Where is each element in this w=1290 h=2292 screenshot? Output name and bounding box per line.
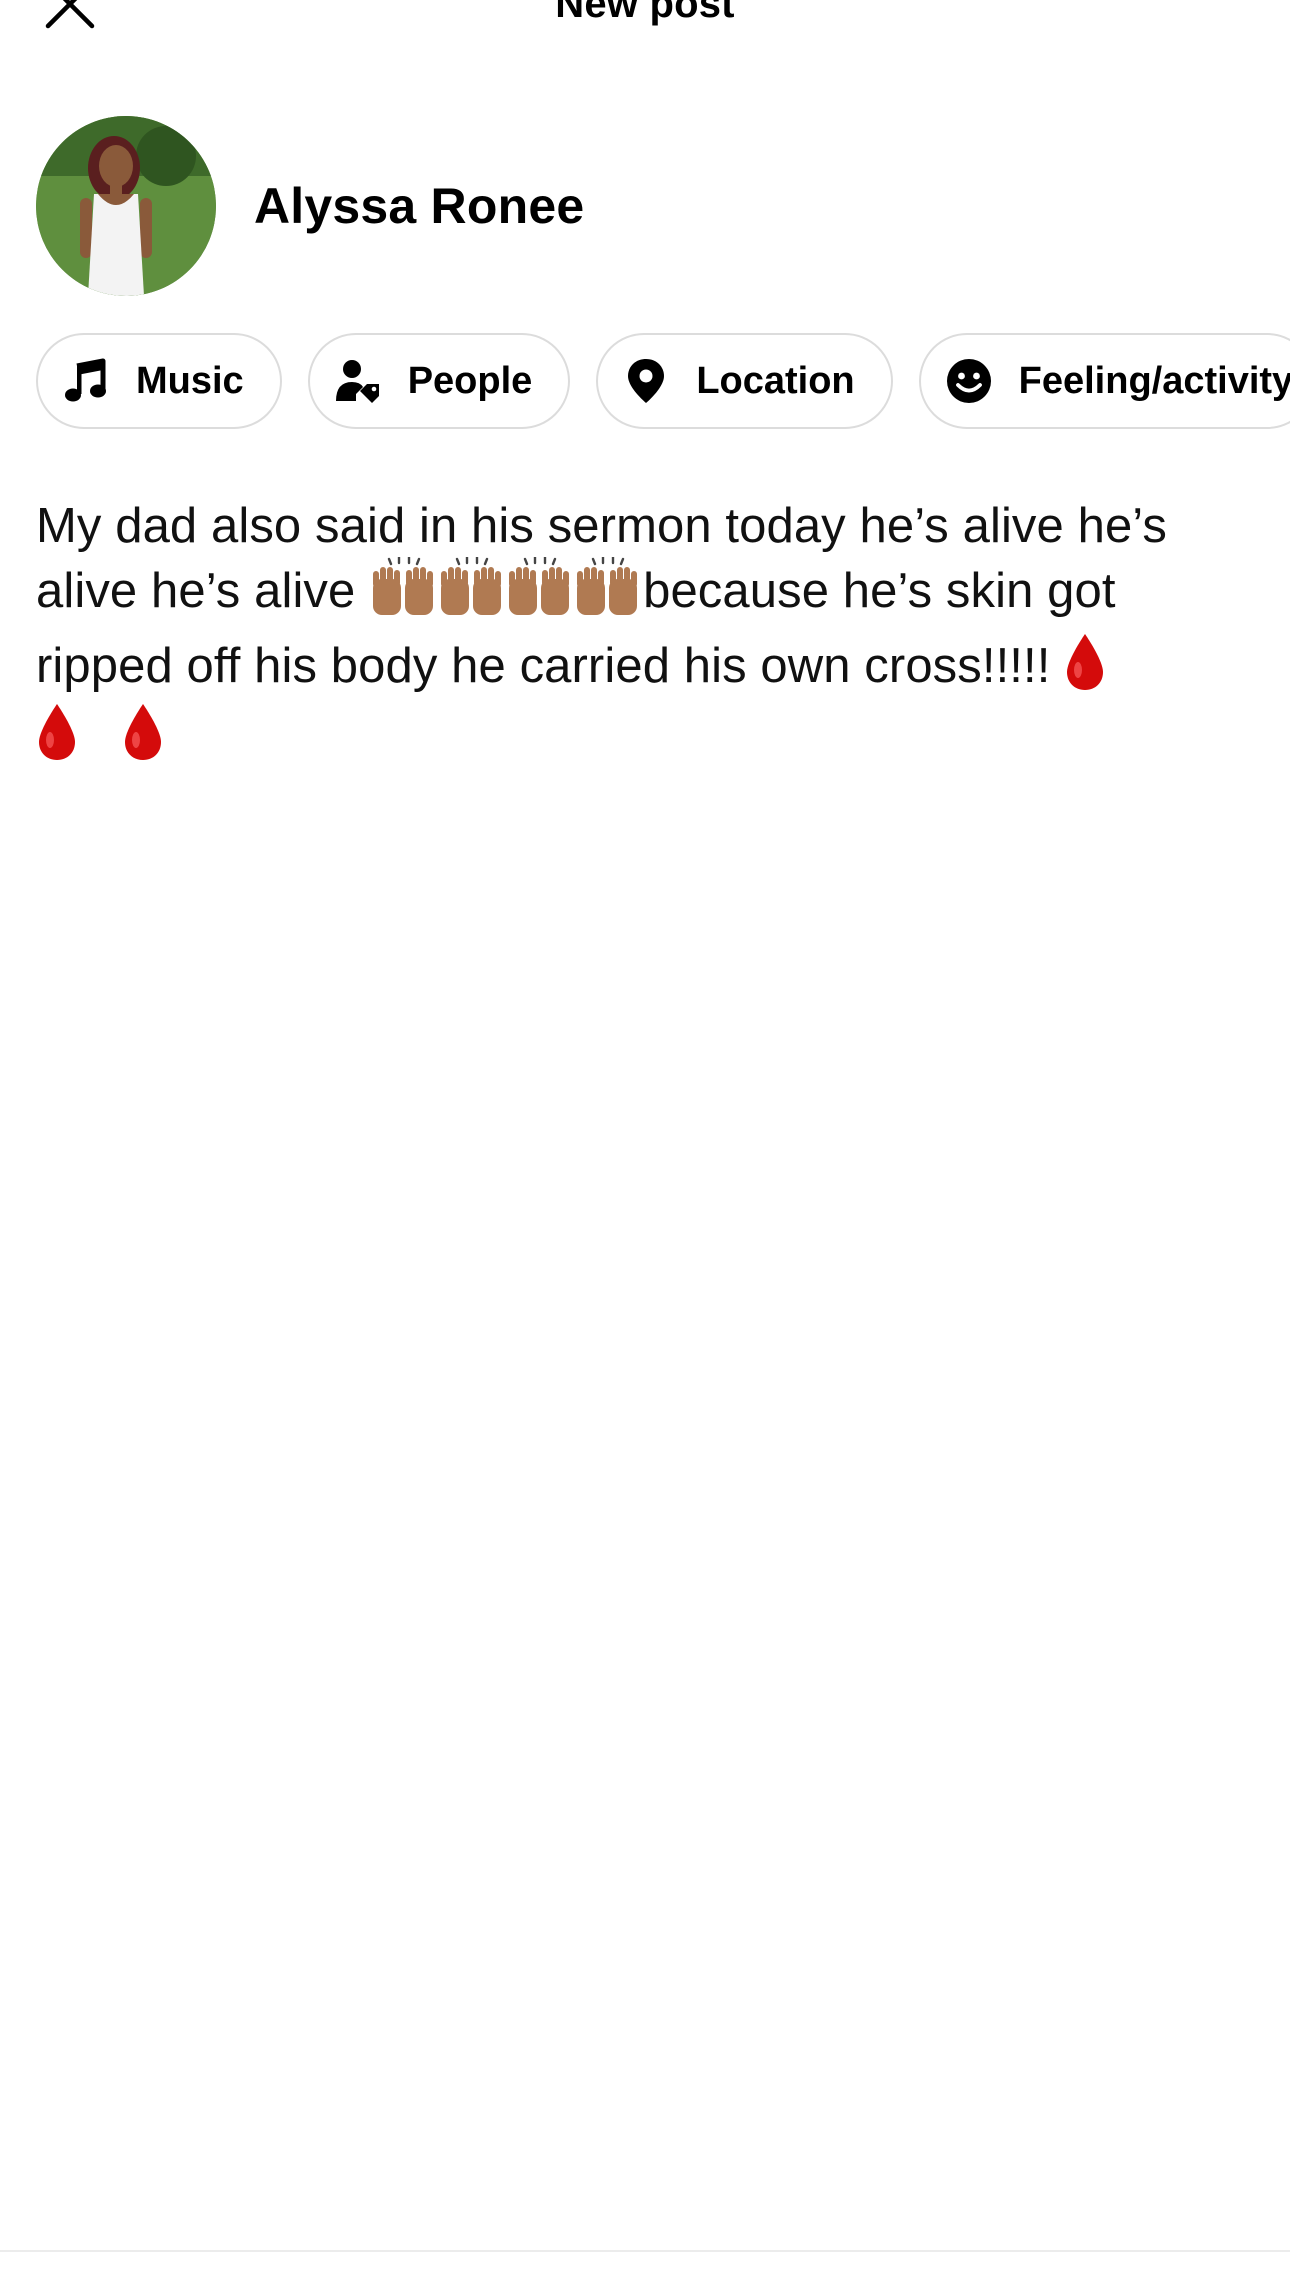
tag-people-icon xyxy=(332,355,384,407)
location-chip-label: Location xyxy=(696,359,855,402)
profile-row: Alyssa Ronee xyxy=(36,116,584,296)
feeling-chip[interactable]: Feeling/activity xyxy=(918,333,1290,429)
header: New post xyxy=(0,0,1290,60)
feeling-chip-label: Feeling/activity xyxy=(1018,359,1290,402)
smiley-face-icon xyxy=(943,355,995,407)
people-chip[interactable]: People xyxy=(307,333,571,429)
new-post-screen: New post Alyssa Ronee Music People Locat… xyxy=(0,0,1290,2292)
music-chip[interactable]: Music xyxy=(36,333,282,429)
location-pin-icon xyxy=(620,355,672,407)
post-line: ripped off his body he carried his own c… xyxy=(36,632,1236,707)
drop-of-blood-emoji xyxy=(36,702,78,777)
music-note-icon xyxy=(60,355,112,407)
drop-of-blood-emoji xyxy=(122,702,164,777)
raising-hands-emoji-group xyxy=(369,555,643,632)
post-text-area[interactable]: My dad also said in his sermon today he’… xyxy=(36,496,1236,771)
location-chip[interactable]: Location xyxy=(596,333,893,429)
post-line xyxy=(36,703,1236,771)
avatar[interactable] xyxy=(36,116,216,296)
page-title: New post xyxy=(555,0,735,26)
profile-name: Alyssa Ronee xyxy=(254,178,585,234)
music-chip-label: Music xyxy=(136,359,244,402)
divider xyxy=(0,2250,1290,2252)
drop-of-blood-emoji xyxy=(1064,632,1106,707)
people-chip-label: People xyxy=(407,359,533,402)
post-line: My dad also said in his sermon today he’… xyxy=(36,499,1168,553)
post-options-row: Music People Location Feeling/activity xyxy=(36,333,1290,429)
post-line: alive he’s alive because he’s skin got xyxy=(36,555,1236,632)
